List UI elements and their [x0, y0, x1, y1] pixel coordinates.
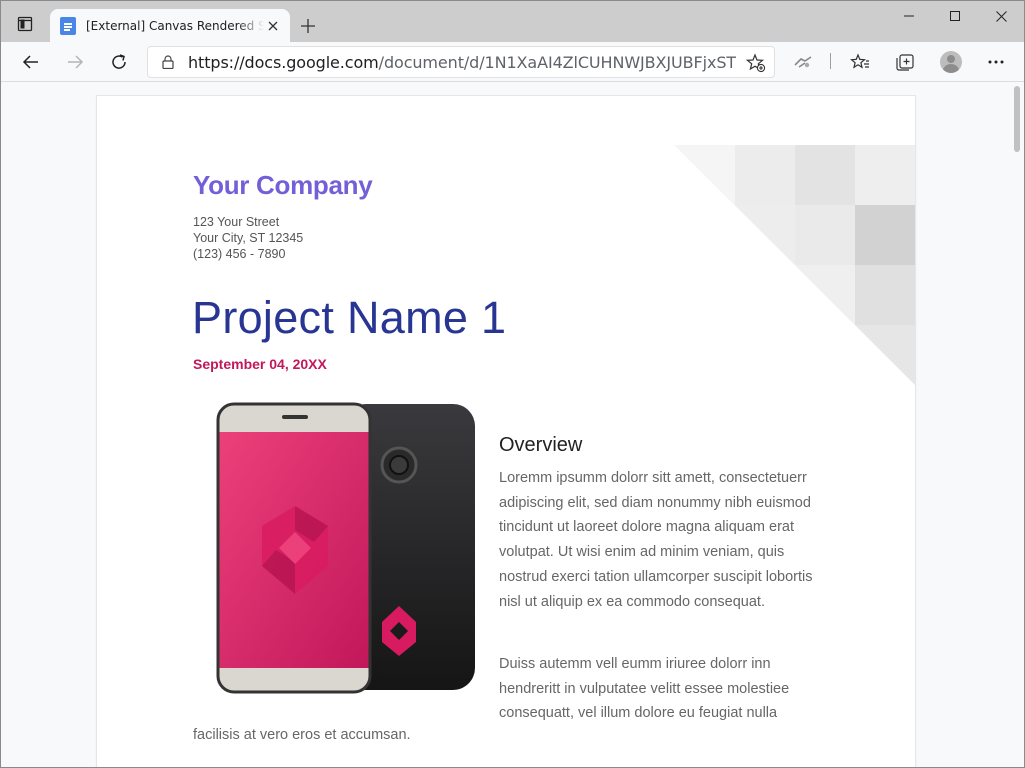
close-window-button[interactable]	[978, 1, 1024, 31]
favorites-button[interactable]	[844, 46, 876, 78]
address-line-2: Your City, ST 12345	[193, 231, 304, 245]
forward-button[interactable]	[59, 46, 91, 78]
refresh-button[interactable]	[103, 46, 135, 78]
address-bar[interactable]: https://docs.google.com/document/d/1N1Xa…	[147, 46, 775, 78]
address-line-1: 123 Your Street	[193, 215, 280, 229]
tab-title: [External] Canvas Rendered Sample	[86, 18, 264, 33]
browser-window: [External] Canvas Rendered Sample	[0, 0, 1025, 768]
tab-close-button[interactable]	[264, 17, 282, 35]
back-button[interactable]	[15, 46, 47, 78]
window-controls	[886, 1, 1024, 33]
extension-icon	[794, 56, 812, 68]
back-arrow-icon	[22, 55, 38, 69]
document-page: Your Company 123 Your Street Your City, …	[97, 96, 915, 767]
phone-illustration	[216, 402, 475, 694]
url-path: /document/d/1N1XaAI4ZlCUHNWJBXJUBFjxSTls…	[378, 52, 736, 72]
tab-actions-button[interactable]	[9, 9, 41, 39]
star-add-icon	[746, 53, 766, 73]
overview-paragraph-2: Duiss autemm vell eumm iriuree dolorr in…	[499, 656, 790, 722]
scrollbar-thumb[interactable]	[1014, 86, 1020, 152]
decorative-pixel-triangle	[674, 145, 915, 385]
project-date: September 04, 20XX	[193, 356, 327, 372]
avatar	[940, 51, 962, 73]
minimize-icon	[904, 15, 914, 17]
forward-arrow-icon	[68, 55, 84, 69]
tab-bar: [External] Canvas Rendered Sample	[1, 1, 1024, 42]
close-window-icon	[995, 10, 1007, 22]
browser-toolbar: https://docs.google.com/document/d/1N1Xa…	[1, 42, 1024, 82]
extension-button[interactable]	[787, 46, 819, 78]
overview-paragraph-1: Loremm ipsumm dolorr sitt amett, consect…	[499, 470, 813, 610]
close-icon	[268, 21, 278, 30]
plus-icon	[301, 19, 315, 33]
collections-button[interactable]	[889, 46, 921, 78]
url-text[interactable]: https://docs.google.com/document/d/1N1Xa…	[188, 53, 736, 72]
docs-favicon-icon	[60, 16, 76, 35]
page-viewport[interactable]: Your Company 123 Your Street Your City, …	[1, 82, 1024, 767]
vertical-scrollbar[interactable]	[1009, 82, 1024, 767]
maximize-icon	[950, 11, 960, 21]
url-host: https://docs.google.com	[188, 52, 379, 72]
toolbar-separator	[830, 53, 831, 69]
company-address: 123 Your Street Your City, ST 12345 (123…	[193, 214, 303, 262]
add-favorite-button[interactable]	[744, 51, 768, 75]
project-title: Project Name 1	[192, 292, 507, 343]
tab-active[interactable]: [External] Canvas Rendered Sample	[50, 9, 290, 42]
more-horizontal-icon	[988, 60, 1004, 64]
new-tab-button[interactable]	[295, 13, 321, 39]
lock-icon	[162, 55, 174, 69]
refresh-icon	[112, 54, 126, 69]
collections-icon	[896, 54, 914, 71]
company-name: Your Company	[193, 170, 373, 200]
settings-menu-button[interactable]	[980, 46, 1012, 78]
minimize-button[interactable]	[886, 1, 932, 31]
phone-number: (123) 456 - 7890	[193, 247, 286, 261]
profile-button[interactable]	[935, 46, 967, 78]
overview-heading: Overview	[499, 434, 583, 456]
maximize-button[interactable]	[932, 1, 978, 31]
overview-paragraph-2-tail: facilisis at vero eros et accumsan.	[193, 727, 411, 743]
favorites-list-icon	[850, 53, 869, 69]
tab-actions-icon	[17, 16, 33, 32]
